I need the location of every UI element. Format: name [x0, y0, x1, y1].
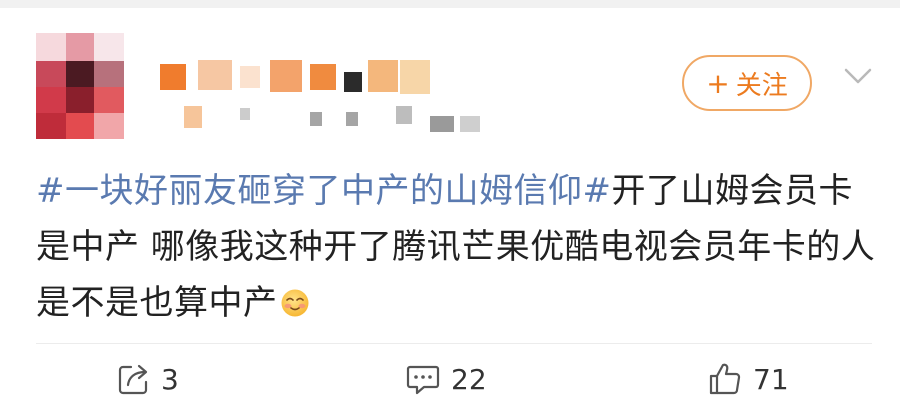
avatar[interactable]	[36, 33, 124, 139]
user-info-blurred	[160, 48, 520, 148]
like-button[interactable]: 71	[707, 359, 789, 399]
repost-count: 3	[161, 362, 179, 396]
blush-smile-emoji-icon	[280, 279, 310, 317]
post-text: #一块好丽友砸穿了中产的山姆信仰#开了山姆会员卡是中产 哪像我这种开了腾讯芒果优…	[36, 163, 876, 331]
plus-icon: +	[706, 66, 730, 100]
like-count: 71	[753, 362, 789, 396]
follow-button[interactable]: + 关注	[682, 55, 812, 111]
weibo-post-card: + 关注 #一块好丽友砸穿了中产的山姆信仰#开了山姆会员卡是中产 哪像我这种开了…	[0, 8, 900, 406]
comment-icon	[406, 365, 440, 395]
action-bar: 3 22 71	[0, 353, 900, 405]
divider	[36, 343, 872, 344]
top-separator	[0, 0, 900, 8]
comment-button[interactable]: 22	[405, 359, 487, 399]
repost-icon	[118, 364, 148, 395]
thumbs-up-icon	[709, 363, 741, 395]
topic-link[interactable]: #一块好丽友砸穿了中产的山姆信仰#	[36, 171, 611, 211]
comment-count: 22	[451, 362, 487, 396]
follow-label: 关注	[735, 70, 788, 101]
repost-button[interactable]: 3	[117, 359, 179, 399]
chevron-down-icon[interactable]	[840, 62, 876, 90]
